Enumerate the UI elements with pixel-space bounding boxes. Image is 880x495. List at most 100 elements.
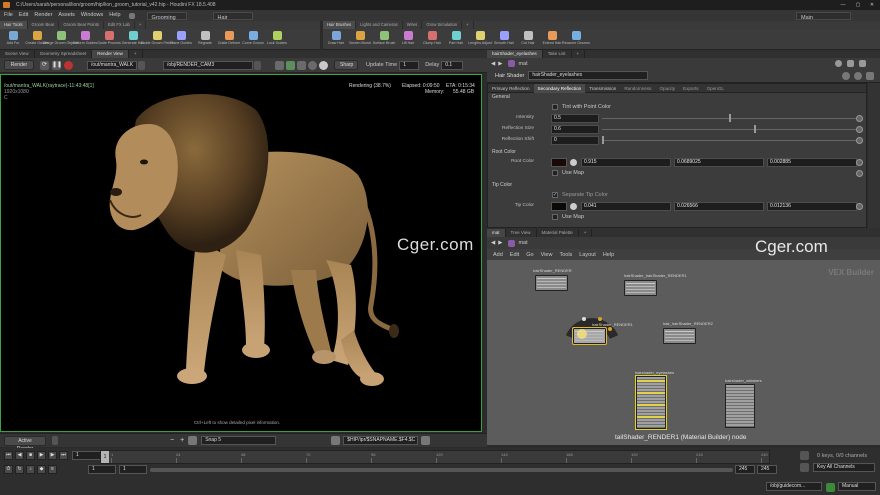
tab-secondary-reflection[interactable]: Secondary Reflection [533, 83, 586, 93]
tab-transmission[interactable]: Transmission [585, 84, 620, 93]
close-button[interactable]: ✕ [865, 0, 879, 10]
sep-tip-checkbox[interactable]: ✓ [552, 192, 558, 198]
tab-opengl[interactable]: OpenGL [703, 84, 728, 93]
forward-icon[interactable]: ▶ [498, 61, 502, 67]
net-menu-view[interactable]: View [541, 252, 553, 258]
shelf-right-tool-7[interactable]: Smooth Hair [493, 29, 515, 45]
range-start-field[interactable]: 1 [88, 465, 116, 474]
tip-color-r[interactable]: 0.041 [581, 202, 671, 211]
channel-options-icon[interactable] [800, 463, 809, 472]
intensity-slider-knob[interactable] [728, 114, 731, 122]
step-back-icon[interactable]: ◀ [15, 451, 24, 460]
shelf-left-tool-7[interactable]: Plane Guides [170, 29, 192, 45]
menu-assets[interactable]: Assets [58, 10, 75, 21]
node-hairshader-render2[interactable] [663, 328, 696, 344]
magnifier-icon[interactable] [308, 60, 317, 70]
active-render-button[interactable]: Active Render [4, 435, 46, 452]
shelf-left-tool-9[interactable]: Guide Deform [218, 29, 240, 45]
update-mode-field[interactable]: Manual [838, 482, 876, 491]
shelf-right-tool-10[interactable]: Recache Grooms [562, 29, 590, 45]
layout-icon[interactable] [128, 12, 135, 19]
intensity-gear-icon[interactable] [856, 115, 863, 122]
color-correct-icon[interactable] [319, 60, 328, 70]
update-time-field[interactable]: 1 [399, 60, 420, 70]
shelf-right-tool-8[interactable]: Cut Hair [517, 29, 539, 45]
sharp-button[interactable]: Sharp [334, 60, 358, 70]
menu-windows[interactable]: Windows [81, 10, 103, 21]
network-path[interactable]: mat [518, 240, 527, 246]
shelf-right-tool-9[interactable]: Extend Hair [541, 29, 563, 45]
tab-render-view[interactable]: Render View [92, 50, 129, 58]
tab-hairshader[interactable]: hairShader_eyelashes [487, 50, 543, 58]
pin-icon[interactable] [859, 60, 866, 67]
net-back-icon[interactable]: ◀ [491, 240, 495, 246]
tab-geometry-spreadsheet[interactable]: Geometry Spreadsheet [35, 50, 93, 58]
shelf-tab-grow-sim[interactable]: Grow Simulation [422, 21, 463, 29]
shelf-tab-groom-bear[interactable]: Groom Bear [28, 21, 60, 29]
add-snap-button[interactable]: + [180, 437, 184, 444]
root-color-picker-icon[interactable] [570, 159, 577, 166]
shelf-right-tool-2[interactable]: Surface Brush [373, 29, 395, 45]
add-network-tab-button[interactable]: + [579, 228, 593, 237]
shelf-left-tool-6[interactable]: Guide Groom Fields [141, 29, 173, 45]
tip-color-swatch[interactable] [551, 202, 567, 211]
realtime-icon[interactable]: ⏱ [4, 465, 13, 474]
playhead[interactable]: 1 [101, 451, 109, 463]
back-icon[interactable]: ◀ [491, 61, 495, 67]
tip-color-picker-icon[interactable] [570, 203, 577, 210]
tip-color-gear-icon[interactable] [856, 203, 863, 210]
refl-shift-gear-icon[interactable] [856, 137, 863, 144]
node-eyelashes[interactable] [635, 375, 667, 430]
tab-tree-view[interactable]: Tree View [506, 228, 537, 237]
node-name-field[interactable]: hairShader_eyelashes [528, 71, 649, 80]
add-shelf-button-right[interactable]: + [462, 21, 474, 29]
shelf-tab-hair-tools[interactable]: Hair Tools [0, 21, 28, 29]
use-map-gear-icon[interactable] [856, 170, 863, 177]
root-color-g[interactable]: 0.0689025 [674, 158, 764, 167]
shelf-right-tool-1[interactable]: Screen Brush [349, 29, 371, 45]
shelf-right-tool-5[interactable]: Part Hair [445, 29, 467, 45]
key-all-channels[interactable]: Key All Channels [813, 463, 875, 472]
current-frame-field[interactable]: 1 [72, 451, 102, 460]
camera-path-field[interactable]: /obj/RENDER_CAM3 [163, 60, 253, 70]
tab-opacity[interactable]: Opacity [655, 84, 679, 93]
shelf-tab-groom-bear-points[interactable]: Groom Bear Points [59, 21, 104, 29]
shelf-left-tool-8[interactable]: Regrade [194, 29, 216, 45]
root-color-b[interactable]: 0.002885 [767, 158, 857, 167]
tint-checkbox[interactable] [552, 104, 558, 110]
jump-start-icon[interactable]: ⏮ [4, 451, 13, 460]
refl-size-field[interactable]: 0.6 [551, 125, 599, 134]
help-icon[interactable] [847, 60, 854, 67]
save-icon[interactable] [331, 436, 341, 445]
net-menu-edit[interactable]: Edit [510, 252, 519, 258]
range-end-field[interactable]: 245 [735, 465, 755, 474]
net-menu-help[interactable]: Help [603, 252, 614, 258]
tab-exports[interactable]: Exports [679, 84, 703, 93]
shelf-tab-hair-brushes[interactable]: Hair Brushes [323, 21, 357, 29]
root-color-r[interactable]: 0.915 [581, 158, 671, 167]
net-menu-go[interactable]: Go [526, 252, 533, 258]
refresh-icon[interactable]: ⟳ [40, 60, 49, 70]
tab-take-list[interactable]: Take List [543, 50, 572, 58]
snap-field[interactable]: Snap 5 [201, 436, 277, 445]
tab-randomness[interactable]: Randomness [620, 84, 655, 93]
tab-network-mat[interactable]: mat [487, 228, 506, 237]
node-hairshader-render[interactable] [535, 275, 568, 291]
options-icon[interactable]: ≡ [48, 465, 57, 474]
rop-path-field[interactable]: /out/mantra_WALK [87, 60, 137, 70]
render-viewport[interactable]: /out/mantra_WALK(raytrace)-11:43:48[1] 1… [0, 74, 482, 432]
key-icon[interactable]: ◆ [37, 465, 46, 474]
shelf-left-tool-0[interactable]: Add Fur [2, 29, 24, 45]
use-map2-checkbox[interactable] [552, 214, 558, 220]
shelf-left-tool-10[interactable]: Curve Groom [242, 29, 264, 45]
shelf-right-tool-4[interactable]: Clump Hair [421, 29, 443, 45]
param-menu-icon[interactable] [866, 71, 874, 80]
node-whiskers[interactable] [725, 384, 755, 428]
net-menu-add[interactable]: Add [493, 252, 503, 258]
shelf-tab-lights[interactable]: Lights and Cameras [356, 21, 403, 29]
refl-size-slider-track[interactable] [602, 129, 857, 130]
refl-size-slider-knob[interactable] [753, 125, 756, 133]
root-color-swatch[interactable] [551, 158, 567, 167]
param-path[interactable]: mat [518, 61, 527, 67]
param-scrollbar[interactable] [868, 83, 880, 228]
